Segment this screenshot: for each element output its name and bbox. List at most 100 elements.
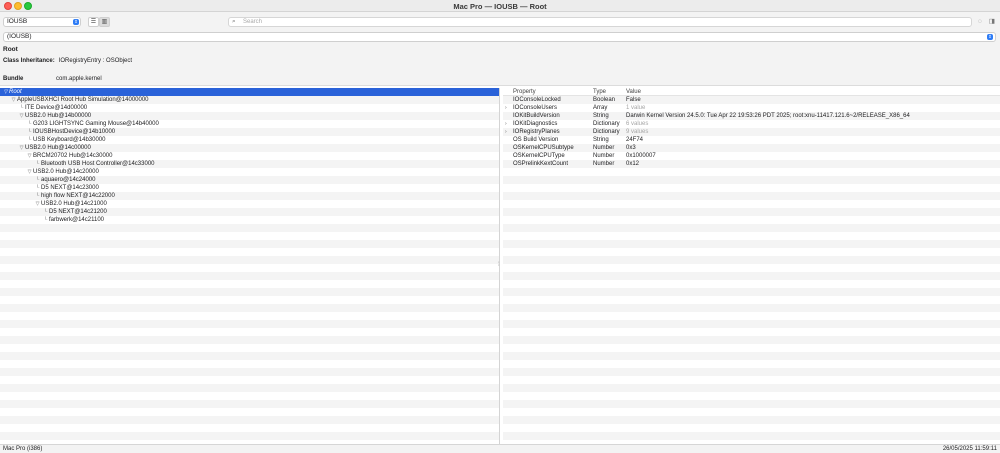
tree-branch-icon: └ [35, 193, 40, 199]
search-input[interactable]: ⌕ Search [228, 17, 972, 27]
property-empty-row [503, 192, 1000, 200]
tree-row[interactable]: ▽ USB2.0 Hub@14b00000 [0, 112, 499, 120]
status-machine: Mac Pro (i386) [3, 446, 43, 452]
property-type: Number [593, 145, 615, 151]
property-name: IOKitBuildVersion [513, 113, 560, 119]
tree-row[interactable]: └ D5 NEXT@14c21200 [0, 208, 499, 216]
property-row[interactable]: OSKernelCPUType Number 0x1000007 [503, 152, 1000, 160]
property-value: 9 values [626, 129, 649, 135]
window-title: Mac Pro — IOUSB — Root [453, 2, 547, 11]
tree-row-label: aquaero@14c24000 [41, 177, 96, 183]
property-type: String [593, 113, 609, 119]
registry-tree[interactable]: ▽ Root ▽ AppleUSBXHCI Root Hub Simulation@1… [0, 88, 500, 444]
disclosure-triangle-icon[interactable]: ▽ [18, 112, 25, 120]
class-inheritance: Class Inheritance: IORegistryEntry : OSOb… [3, 58, 132, 64]
property-empty-row [503, 392, 1000, 400]
tree-row[interactable]: └ ITE Device@14d00000 [0, 104, 499, 112]
split-handle[interactable]: ⁞ [498, 262, 500, 268]
chevron-updown-icon: ⇕ [987, 34, 993, 40]
title-bar: Mac Pro — IOUSB — Root [0, 0, 1000, 12]
tree-row-label: Root [9, 89, 22, 95]
property-value: 0x1000007 [626, 153, 656, 159]
tree-empty-row [0, 272, 499, 280]
tree-branch-icon: └ [27, 129, 32, 135]
path-select[interactable]: (IOUSB) ⇕ [3, 32, 996, 42]
tree-empty-row [0, 424, 499, 432]
tree-empty-row [0, 416, 499, 424]
property-row[interactable]: › IOConsoleUsers Array 1 value [503, 104, 1000, 112]
sidebar-right-icon: ◨ [988, 18, 996, 25]
disclosure-chevron-icon[interactable]: › [505, 104, 507, 112]
property-empty-row [503, 360, 1000, 368]
tree-branch-icon: └ [35, 185, 40, 191]
tree-branch-icon: └ [27, 121, 32, 127]
header-property[interactable]: Property [513, 88, 536, 96]
property-name: OSKernelCPUType [513, 153, 565, 159]
column-view-button[interactable]: ▥ [99, 17, 110, 27]
tree-row[interactable]: └ USB Keyboard@14b30000 [0, 136, 499, 144]
entry-info-panel: Root Class Inheritance: IORegistryEntry :… [0, 44, 1000, 86]
refresh-button[interactable]: ◌ [975, 17, 985, 27]
property-row[interactable]: › IOKitDiagnostics Dictionary 6 values [503, 120, 1000, 128]
property-row[interactable]: OSKernelCPUSubtype Number 0x3 [503, 144, 1000, 152]
inspector-toggle-button[interactable]: ◨ [987, 17, 997, 27]
disclosure-chevron-icon[interactable]: › [505, 128, 507, 136]
property-name: IOKitDiagnostics [513, 121, 558, 127]
disclosure-triangle-icon[interactable]: ▽ [26, 152, 33, 160]
tree-empty-row [0, 336, 499, 344]
disclosure-triangle-icon[interactable]: ▽ [26, 168, 33, 176]
tree-empty-row [0, 312, 499, 320]
disclosure-triangle-icon[interactable]: ▽ [34, 200, 41, 208]
tree-row-label: farbwerk@14c21100 [49, 217, 105, 223]
tree-row[interactable]: └ farbwerk@14c21100 [0, 216, 499, 224]
property-row[interactable]: IOConsoleLocked Boolean False [503, 96, 1000, 104]
property-type: String [593, 137, 609, 143]
tree-row[interactable]: └ G203 LIGHTSYNC Gaming Mouse@14b40000 [0, 120, 499, 128]
property-row[interactable]: IOKitBuildVersion String Darwin Kernel Ver… [503, 112, 1000, 120]
tree-empty-row [0, 368, 499, 376]
tree-empty-row [0, 280, 499, 288]
plane-select[interactable]: IOUSB ⇕ [3, 17, 81, 27]
disclosure-triangle-icon[interactable]: ▽ [10, 96, 17, 104]
tree-row[interactable]: └ high flow NEXT@14c22000 [0, 192, 499, 200]
property-empty-row [503, 424, 1000, 432]
property-row[interactable]: › IORegistryPlanes Dictionary 9 values [503, 128, 1000, 136]
disclosure-chevron-icon[interactable]: › [505, 120, 507, 128]
search-placeholder: Search [243, 19, 263, 25]
disclosure-triangle-icon[interactable]: ▽ [2, 88, 9, 96]
header-value[interactable]: Value [626, 88, 641, 96]
property-row[interactable]: OSPrelinkKextCount Number 0x12 [503, 160, 1000, 168]
property-empty-row [503, 240, 1000, 248]
tree-row-label: USB2.0 Hub@14b00000 [25, 113, 92, 119]
property-empty-row [503, 264, 1000, 272]
tree-row[interactable]: ▽ BRCM20702 Hub@14c30000 [0, 152, 499, 160]
tree-row[interactable]: ▽ USB2.0 Hub@14c00000 [0, 144, 499, 152]
tree-row[interactable]: └ IOUSBHostDevice@14b10000 [0, 128, 499, 136]
status-bar: Mac Pro (i386) 26/05/2025 11:59:11 [0, 444, 1000, 453]
property-type: Number [593, 161, 615, 167]
tree-empty-row [0, 232, 499, 240]
disclosure-triangle-icon[interactable]: ▽ [18, 144, 25, 152]
property-row[interactable]: OS Build Version String 24F74 [503, 136, 1000, 144]
entry-title: Root [3, 46, 18, 53]
tree-row-label: IOUSBHostDevice@14b10000 [33, 129, 116, 135]
tree-row[interactable]: ▽ USB2.0 Hub@14c20000 [0, 168, 499, 176]
tree-empty-row [0, 376, 499, 384]
tree-row[interactable]: └ Bluetooth USB Host Controller@14c33000 [0, 160, 499, 168]
header-type[interactable]: Type [593, 88, 606, 96]
properties-table[interactable]: Property Type Value IOConsoleLocked Boole… [503, 88, 1000, 444]
tree-row[interactable]: ▽ Root [0, 88, 499, 96]
property-empty-row [503, 328, 1000, 336]
tree-empty-row [0, 224, 499, 232]
tree-row[interactable]: └ D5 NEXT@14c23000 [0, 184, 499, 192]
tree-empty-row [0, 432, 499, 440]
property-empty-row [503, 384, 1000, 392]
tree-row[interactable]: └ aquaero@14c24000 [0, 176, 499, 184]
property-type: Boolean [593, 97, 616, 103]
tree-row[interactable]: ▽ USB2.0 Hub@14c21000 [0, 200, 499, 208]
property-name: OS Build Version [513, 137, 559, 143]
tree-row[interactable]: ▽ AppleUSBXHCI Root Hub Simulation@140000… [0, 96, 499, 104]
list-view-button[interactable]: ☰ [88, 17, 99, 27]
tree-row-label: USB2.0 Hub@14c20000 [33, 169, 99, 175]
property-empty-row [503, 296, 1000, 304]
